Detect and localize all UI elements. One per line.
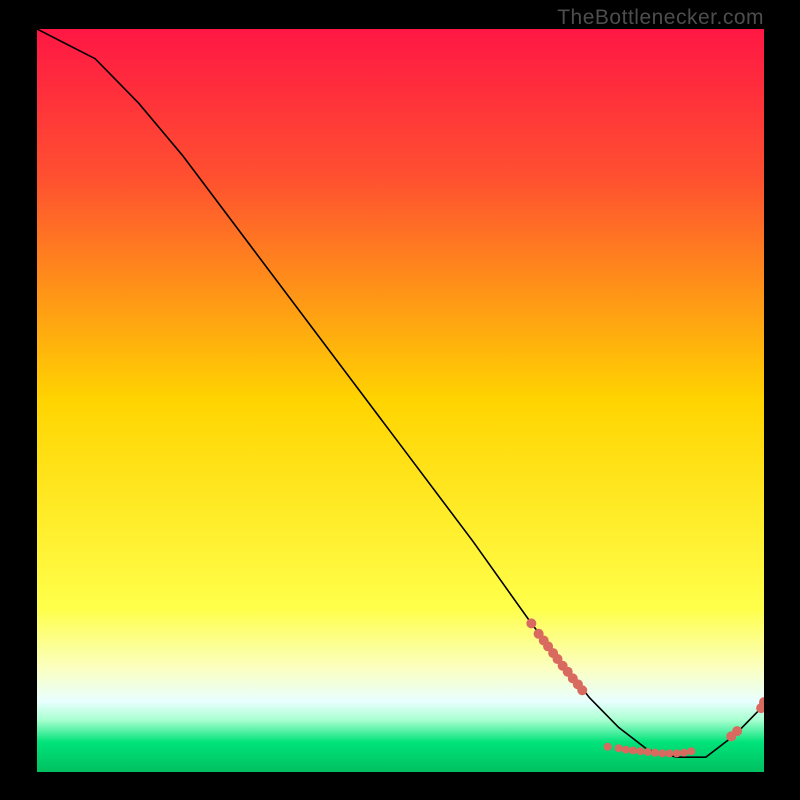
chart-svg [37, 29, 764, 772]
data-point [658, 749, 666, 757]
data-point [629, 746, 637, 754]
plot-area [37, 29, 764, 772]
data-point [665, 749, 673, 757]
data-point [651, 749, 659, 757]
data-point [622, 746, 630, 754]
data-point [680, 749, 688, 757]
data-point [526, 618, 536, 628]
data-point [615, 744, 623, 752]
data-point [687, 747, 695, 755]
data-point [604, 743, 612, 751]
data-point [577, 685, 587, 695]
data-point [732, 726, 742, 736]
watermark-text: TheBottlenecker.com [557, 6, 764, 30]
data-point [636, 747, 644, 755]
data-point [644, 748, 652, 756]
gradient-background [37, 29, 764, 772]
data-point [673, 749, 681, 757]
chart-frame: TheBottlenecker.com [0, 0, 800, 800]
